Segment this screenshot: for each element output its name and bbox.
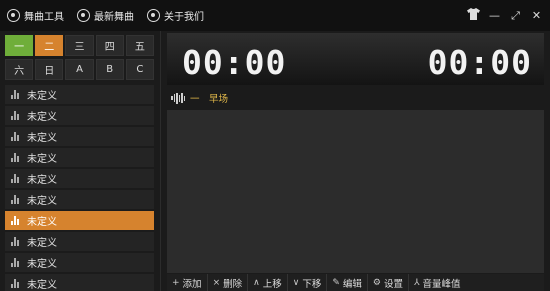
remaining-timer: 00:00 [427, 43, 532, 82]
move-up-button[interactable]: ∧ 上移 [248, 274, 288, 291]
day-tab-sat[interactable]: 六 [5, 58, 34, 80]
list-item-label: 未定义 [27, 91, 57, 102]
delete-button[interactable]: × 删除 [208, 274, 249, 291]
list-item-label: 未定义 [27, 280, 57, 291]
day-selector: 一 二 三 四 五 六 日 A B C [5, 35, 154, 80]
day-tab-wed[interactable]: 三 [65, 35, 94, 56]
move-up-label: 上移 [262, 278, 282, 290]
new-music-icon [77, 9, 90, 22]
volume-peak-button[interactable]: ⅄ 音量峰值 [409, 274, 466, 291]
menu-new-music[interactable]: 最新舞曲 [70, 0, 140, 31]
list-item[interactable]: 未定义 [5, 106, 154, 125]
title-bar: 舞曲工具 最新舞曲 关于我们 — ⤢ ✕ [0, 0, 550, 31]
level-bars-icon [11, 195, 21, 204]
delete-label: 删除 [223, 278, 243, 290]
list-item[interactable]: 未定义 [5, 85, 154, 104]
list-item[interactable]: 未定义 [5, 127, 154, 146]
menu-about-us-label: 关于我们 [164, 12, 204, 23]
list-item-selected[interactable]: 未定义 [5, 211, 154, 230]
level-bars-icon [11, 111, 21, 120]
now-playing-title: 一 早场 [190, 94, 229, 105]
list-item[interactable]: 未定义 [5, 274, 154, 291]
list-item-label: 未定义 [27, 112, 57, 123]
level-bars-icon [11, 90, 21, 99]
list-item-label: 未定义 [27, 175, 57, 186]
panel-divider [160, 31, 161, 291]
list-item[interactable]: 未定义 [5, 253, 154, 272]
plus-icon: + [172, 277, 180, 288]
edit-label: 编辑 [342, 278, 362, 290]
window-controls: — ⤢ ✕ [466, 0, 544, 31]
list-item[interactable]: 未定义 [5, 148, 154, 167]
about-us-icon [147, 9, 160, 22]
close-icon[interactable]: ✕ [529, 8, 544, 23]
list-item-label: 未定义 [27, 154, 57, 165]
day-tab-fri[interactable]: 五 [125, 35, 154, 56]
add-button[interactable]: + 添加 [167, 274, 208, 291]
day-tab-tue[interactable]: 二 [35, 35, 64, 56]
move-down-label: 下移 [302, 278, 322, 290]
maximize-icon[interactable]: ⤢ [508, 8, 523, 23]
list-item[interactable]: 未定义 [5, 190, 154, 209]
edit-button[interactable]: ✎ 编辑 [327, 274, 368, 291]
list-item-label: 未定义 [27, 259, 57, 270]
move-down-button[interactable]: ∨ 下移 [288, 274, 328, 291]
settings-button[interactable]: ⚙ 设置 [368, 274, 409, 291]
list-item-label: 未定义 [27, 133, 57, 144]
playlist-list: 未定义 未定义 未定义 未定义 未定义 未定义 未定义 未定义 未定义 未定义 [5, 85, 154, 291]
elapsed-timer: 00:00 [182, 43, 287, 82]
list-item-label: 未定义 [27, 196, 57, 207]
day-tab-mon[interactable]: 一 [5, 35, 34, 56]
day-tab-a[interactable]: A [65, 58, 94, 80]
list-item-label: 未定义 [27, 238, 57, 249]
level-bars-icon [11, 279, 21, 288]
level-bars-icon [11, 216, 21, 225]
music-tools-icon [7, 9, 20, 22]
level-bars-icon [11, 258, 21, 267]
timer-display: 00:00 00:00 [167, 33, 544, 85]
bottom-toolbar: + 添加 × 删除 ∧ 上移 ∨ 下移 ✎ 编辑 ⚙ 设置 ⅄ 音量峰值 [167, 274, 544, 291]
peak-icon: ⅄ [414, 277, 420, 288]
day-tab-c[interactable]: C [125, 58, 154, 80]
edit-icon: ✎ [332, 277, 340, 288]
list-item[interactable]: 未定义 [5, 232, 154, 251]
track-list-area[interactable] [167, 110, 544, 273]
day-tab-sun[interactable]: 日 [35, 58, 64, 80]
menu-about-us[interactable]: 关于我们 [140, 0, 210, 31]
now-playing-bar: 一 早场 [167, 89, 544, 107]
day-tab-b[interactable]: B [95, 58, 124, 80]
settings-label: 设置 [383, 278, 403, 290]
menu-music-tools-label: 舞曲工具 [24, 12, 64, 23]
level-bars-icon [11, 153, 21, 162]
minimize-icon[interactable]: — [487, 8, 502, 23]
volume-peak-label: 音量峰值 [422, 278, 461, 290]
level-bars-icon [11, 237, 21, 246]
chevron-up-icon: ∧ [253, 277, 260, 288]
menu-new-music-label: 最新舞曲 [94, 12, 134, 23]
day-tab-thu[interactable]: 四 [95, 35, 124, 56]
add-label: 添加 [182, 278, 202, 290]
waveform-icon [171, 92, 185, 104]
list-item-label: 未定义 [27, 217, 57, 228]
level-bars-icon [11, 132, 21, 141]
list-item[interactable]: 未定义 [5, 169, 154, 188]
level-bars-icon [11, 174, 21, 183]
gear-icon: ⚙ [372, 277, 381, 288]
menu-music-tools[interactable]: 舞曲工具 [0, 0, 70, 31]
delete-x-icon: × [212, 277, 221, 288]
chevron-down-icon: ∨ [292, 277, 300, 288]
skin-shirt-icon[interactable] [466, 8, 481, 23]
